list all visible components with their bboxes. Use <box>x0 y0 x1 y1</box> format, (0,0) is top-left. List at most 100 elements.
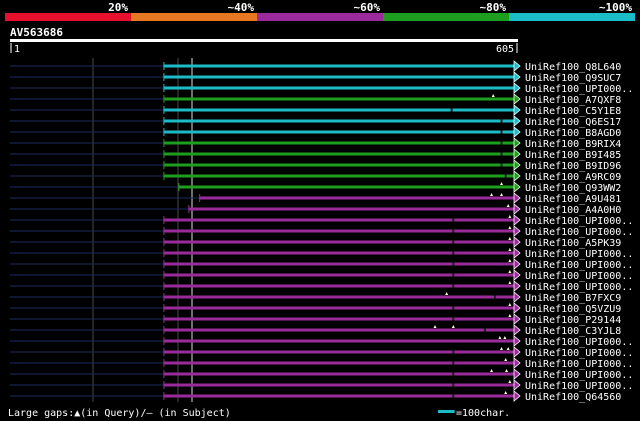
hit-alignment-bar <box>163 75 514 79</box>
hit-alignment-bar <box>163 394 514 398</box>
hit-arrow <box>513 203 521 215</box>
hit-alignment-bar <box>163 361 514 365</box>
hit-row[interactable]: UniRef100_Q6ES17 <box>10 115 621 128</box>
hit-name-link[interactable]: UniRef100_UPI000.. <box>525 271 633 282</box>
hit-row[interactable]: UniRef100_B7FXC9 <box>10 291 621 304</box>
legend-segment <box>257 13 383 21</box>
scale-bar-label: =100char. <box>456 408 510 419</box>
query-gap-marker <box>490 369 494 372</box>
hit-name-link[interactable]: UniRef100_UPI000.. <box>525 370 633 381</box>
hit-arrow <box>513 247 521 259</box>
hit-row[interactable]: UniRef100_UPI000.. <box>10 214 633 227</box>
hit-name-link[interactable]: UniRef100_P29144 <box>525 315 621 326</box>
hit-name-link[interactable]: UniRef100_UPI000.. <box>525 359 633 370</box>
query-gap-marker <box>500 347 504 350</box>
hit-arrow <box>513 181 521 193</box>
hit-arrow <box>513 82 521 94</box>
hit-name-link[interactable]: UniRef100_Q5VZU9 <box>525 304 621 315</box>
hit-name-link[interactable]: UniRef100_UPI000.. <box>525 227 633 238</box>
hit-name-link[interactable]: UniRef100_A9U481 <box>525 194 621 205</box>
hit-alignment-bar <box>163 130 514 134</box>
hit-name-link[interactable]: UniRef100_Q93WW2 <box>525 183 621 194</box>
hit-name-link[interactable]: UniRef100_UPI000.. <box>525 381 633 392</box>
hit-row[interactable]: UniRef100_A9U481 <box>10 192 621 205</box>
hit-row[interactable]: UniRef100_B9ID96 <box>10 159 621 172</box>
hit-row[interactable]: UniRef100_UPI000.. <box>10 280 633 293</box>
hit-arrow <box>513 258 521 270</box>
hit-name-link[interactable]: UniRef100_C3YJL8 <box>525 326 621 337</box>
hit-row[interactable]: UniRef100_Q9SUC7 <box>10 71 621 84</box>
query-gap-marker <box>500 182 504 185</box>
query-gap-marker <box>433 325 437 328</box>
hit-arrow <box>513 225 521 237</box>
hit-arrow <box>513 137 521 149</box>
hit-name-link[interactable]: UniRef100_B7FXC9 <box>525 293 621 304</box>
hit-row[interactable]: UniRef100_B9I485 <box>10 148 621 161</box>
hit-alignment-bar <box>163 108 514 112</box>
hit-row[interactable]: UniRef100_B9RIX4 <box>10 137 621 150</box>
hit-name-link[interactable]: UniRef100_C5Y1E8 <box>525 106 621 117</box>
hit-alignment-bar <box>163 284 514 288</box>
hit-arrow <box>513 93 521 105</box>
hit-row[interactable]: UniRef100_C3YJL8 <box>10 324 621 337</box>
hit-row[interactable]: UniRef100_UPI000.. <box>10 247 633 260</box>
hit-row[interactable]: UniRef100_UPI000.. <box>10 269 633 282</box>
hit-row[interactable]: UniRef100_Q8L640 <box>10 60 621 73</box>
hit-name-link[interactable]: UniRef100_A5PK39 <box>525 238 621 249</box>
hit-row[interactable]: UniRef100_A7QXF8 <box>10 93 621 106</box>
hit-row[interactable]: UniRef100_UPI000.. <box>10 357 633 370</box>
hit-row[interactable]: UniRef100_UPI000.. <box>10 82 633 95</box>
hit-row[interactable]: UniRef100_UPI000.. <box>10 258 633 271</box>
hit-row[interactable]: UniRef100_C5Y1E8 <box>10 104 621 117</box>
hit-name-link[interactable]: UniRef100_A7QXF8 <box>525 95 621 106</box>
hit-alignment-bar <box>163 229 514 233</box>
hit-name-link[interactable]: UniRef100_Q8L640 <box>525 62 621 73</box>
gaps-legend-text: Large gaps:▲(in Query)/– (in Subject) <box>8 408 231 419</box>
hit-name-link[interactable]: UniRef100_UPI000.. <box>525 282 633 293</box>
hit-name-link[interactable]: UniRef100_A9RC09 <box>525 172 621 183</box>
query-gap-marker <box>508 226 512 229</box>
hit-arrow <box>513 280 521 292</box>
hit-arrow <box>513 335 521 347</box>
hit-row[interactable]: UniRef100_UPI000.. <box>10 346 633 359</box>
hit-row[interactable]: UniRef100_Q5VZU9 <box>10 302 621 315</box>
hit-row[interactable]: UniRef100_UPI000.. <box>10 335 633 348</box>
hit-alignment-bar <box>163 273 514 277</box>
hit-alignment-bar <box>163 350 514 354</box>
hit-row[interactable]: UniRef100_P29144 <box>10 313 621 326</box>
hit-name-link[interactable]: UniRef100_Q64560 <box>525 392 621 403</box>
hit-name-link[interactable]: UniRef100_Q9SUC7 <box>525 73 621 84</box>
hit-alignment-bar <box>163 251 514 255</box>
hit-row[interactable]: UniRef100_UPI000.. <box>10 225 633 238</box>
hit-alignment-bar <box>163 317 514 321</box>
hit-name-link[interactable]: UniRef100_UPI000.. <box>525 260 633 271</box>
hit-row[interactable]: UniRef100_Q93WW2 <box>10 181 621 194</box>
hit-row[interactable]: UniRef100_UPI000.. <box>10 368 633 381</box>
hit-name-link[interactable]: UniRef100_UPI000.. <box>525 84 633 95</box>
hit-name-link[interactable]: UniRef100_UPI000.. <box>525 216 633 227</box>
hit-arrow <box>513 148 521 160</box>
hit-arrow <box>513 379 521 391</box>
hit-name-link[interactable]: UniRef100_UPI000.. <box>525 249 633 260</box>
hit-arrow <box>513 390 521 402</box>
hit-name-link[interactable]: UniRef100_UPI000.. <box>525 337 633 348</box>
hit-name-link[interactable]: UniRef100_Q6ES17 <box>525 117 621 128</box>
query-gap-marker <box>503 336 507 339</box>
hit-row[interactable]: UniRef100_B8AGD0 <box>10 126 621 139</box>
hit-name-link[interactable]: UniRef100_B8AGD0 <box>525 128 621 139</box>
hit-row[interactable]: UniRef100_UPI000.. <box>10 379 633 392</box>
hit-arrow <box>513 192 521 204</box>
hit-arrow <box>513 236 521 248</box>
hit-name-link[interactable]: UniRef100_B9ID96 <box>525 161 621 172</box>
hit-name-link[interactable]: UniRef100_A4A0H0 <box>525 205 621 216</box>
hit-row[interactable]: UniRef100_A4A0H0 <box>10 203 621 216</box>
hit-name-link[interactable]: UniRef100_B9I485 <box>525 150 621 161</box>
legend-segment <box>131 13 257 21</box>
hit-row[interactable]: UniRef100_A9RC09 <box>10 170 621 183</box>
hit-alignment-bar <box>163 262 514 266</box>
hit-alignment-bar <box>163 86 514 90</box>
hit-row[interactable]: UniRef100_Q64560 <box>10 390 621 403</box>
hit-name-link[interactable]: UniRef100_UPI000.. <box>525 348 633 359</box>
hit-row[interactable]: UniRef100_A5PK39 <box>10 236 621 249</box>
hit-name-link[interactable]: UniRef100_B9RIX4 <box>525 139 621 150</box>
